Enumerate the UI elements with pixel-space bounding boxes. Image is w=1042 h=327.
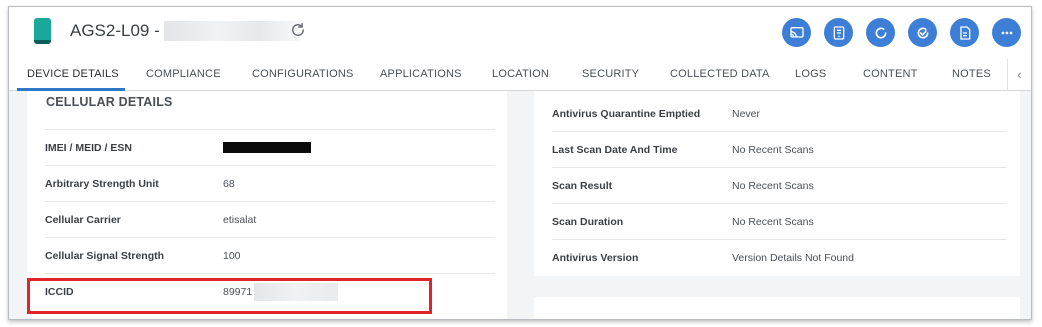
detail-row-antivirus-version: Antivirus Version Version Details Not Fo… <box>552 240 1007 276</box>
detail-row-quarantine: Antivirus Quarantine Emptied Never <box>552 96 1007 132</box>
detail-row-imei: IMEI / MEID / ESN <box>45 129 495 165</box>
check-icon <box>917 27 928 38</box>
section-title: CELLULAR DETAILS <box>46 95 173 109</box>
tab-compliance[interactable]: COMPLIANCE <box>146 59 221 91</box>
next-card <box>534 297 1020 319</box>
detail-row-scan-duration: Scan Duration No Recent Scans <box>552 204 1007 240</box>
detail-value <box>223 142 311 153</box>
tab-logs[interactable]: LOGS <box>795 59 826 91</box>
device-name: AGS2-L09 - <box>70 21 160 40</box>
detail-value: 100 <box>223 249 241 262</box>
detail-value: No Recent Scans <box>732 143 814 156</box>
document-button[interactable] <box>950 18 979 47</box>
more-icon <box>1001 31 1012 34</box>
compliance-check-button[interactable] <box>908 18 937 47</box>
detail-value: 68 <box>223 177 235 190</box>
tab-scroll-left-icon[interactable]: ‹ <box>1007 59 1031 91</box>
action-toolbar <box>782 18 1021 47</box>
detail-label: Scan Result <box>552 179 613 192</box>
detail-label: Scan Duration <box>552 215 624 228</box>
document-icon <box>959 25 970 40</box>
iccid-highlight-box <box>27 278 432 314</box>
tab-location[interactable]: LOCATION <box>492 59 549 91</box>
detail-row-scan-result: Scan Result No Recent Scans <box>552 168 1007 204</box>
detail-row-carrier: Cellular Carrier etisalat <box>45 201 495 237</box>
tab-bar: DEVICE DETAILS COMPLIANCE CONFIGURATIONS… <box>9 59 1031 91</box>
remote-icon <box>833 25 844 40</box>
redacted-serial <box>163 21 300 41</box>
detail-label: Antivirus Version <box>552 252 639 264</box>
tab-applications[interactable]: APPLICATIONS <box>380 59 462 91</box>
tab-content[interactable]: CONTENT <box>863 59 918 91</box>
detail-value: Never <box>732 107 761 120</box>
redacted-imei <box>223 142 311 153</box>
device-title: AGS2-L09 - <box>70 21 300 41</box>
refresh-icon[interactable] <box>289 21 307 39</box>
sync-icon <box>875 27 886 38</box>
detail-row-last-scan: Last Scan Date And Time No Recent Scans <box>552 132 1007 168</box>
tab-configurations[interactable]: CONFIGURATIONS <box>252 59 354 91</box>
cast-icon <box>789 26 804 38</box>
detail-value: etisalat <box>223 213 257 226</box>
sync-button[interactable] <box>866 18 895 47</box>
detail-label: Arbitrary Strength Unit <box>45 177 159 190</box>
detail-value: No Recent Scans <box>732 215 814 228</box>
app-window: AGS2-L09 - DEVICE DETAILS COMPLIANCE CON… <box>8 6 1032 320</box>
antivirus-card: Antivirus Quarantine Emptied Never Last … <box>534 91 1020 276</box>
tablet-device-icon <box>34 18 51 44</box>
detail-label: IMEI / MEID / ESN <box>45 141 132 154</box>
detail-row-asu: Arbitrary Strength Unit 68 <box>45 165 495 201</box>
tab-notes[interactable]: NOTES <box>952 59 991 91</box>
tab-device-details[interactable]: DEVICE DETAILS <box>27 59 119 91</box>
detail-label: Last Scan Date And Time <box>552 143 678 156</box>
detail-label: Cellular Signal Strength <box>45 249 165 262</box>
detail-value: No Recent Scans <box>732 179 814 192</box>
detail-value: Version Details Not Found <box>732 252 854 264</box>
detail-label: Antivirus Quarantine Emptied <box>552 107 701 120</box>
more-actions-button[interactable] <box>992 18 1021 47</box>
cast-button[interactable] <box>782 18 811 47</box>
detail-row-signal: Cellular Signal Strength 100 <box>45 237 495 273</box>
tab-security[interactable]: SECURITY <box>582 59 639 91</box>
device-header: AGS2-L09 - <box>9 7 1031 59</box>
detail-label: Cellular Carrier <box>45 213 121 226</box>
remote-control-button[interactable] <box>824 18 853 47</box>
tab-collected-data[interactable]: COLLECTED DATA <box>670 59 770 91</box>
